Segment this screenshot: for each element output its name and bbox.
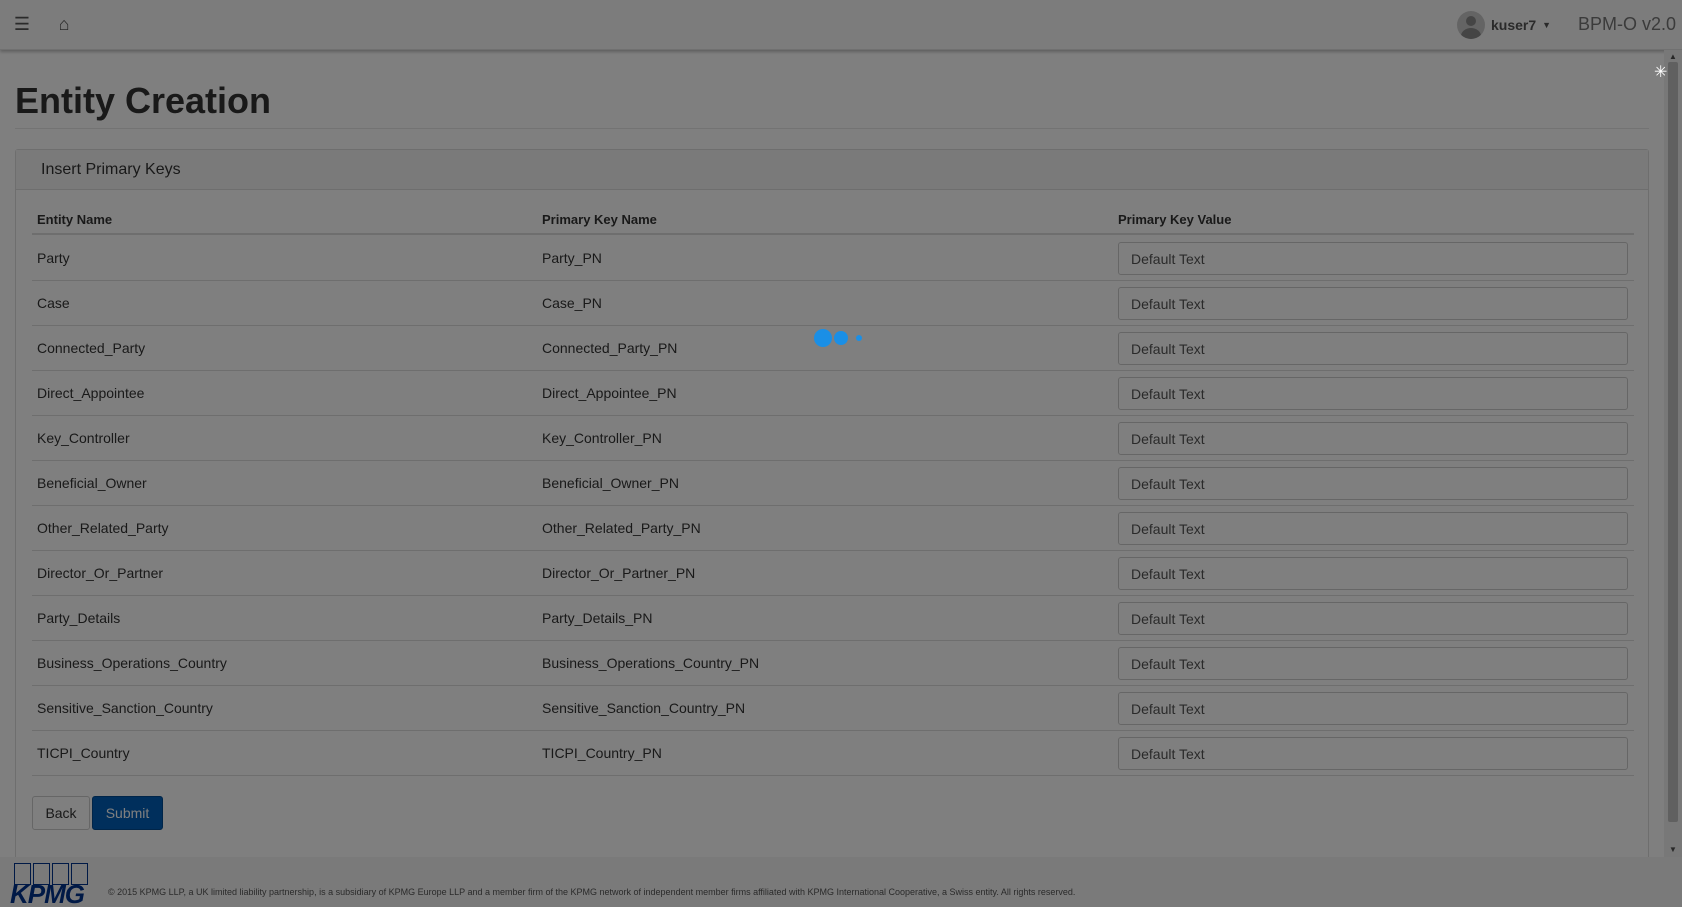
loader-dot bbox=[834, 331, 848, 345]
loader-dot bbox=[856, 335, 862, 341]
spinner-icon: ✳ bbox=[1654, 64, 1668, 81]
loading-indicator bbox=[814, 328, 864, 348]
loading-overlay bbox=[0, 0, 1682, 907]
loader-dot bbox=[814, 329, 832, 347]
